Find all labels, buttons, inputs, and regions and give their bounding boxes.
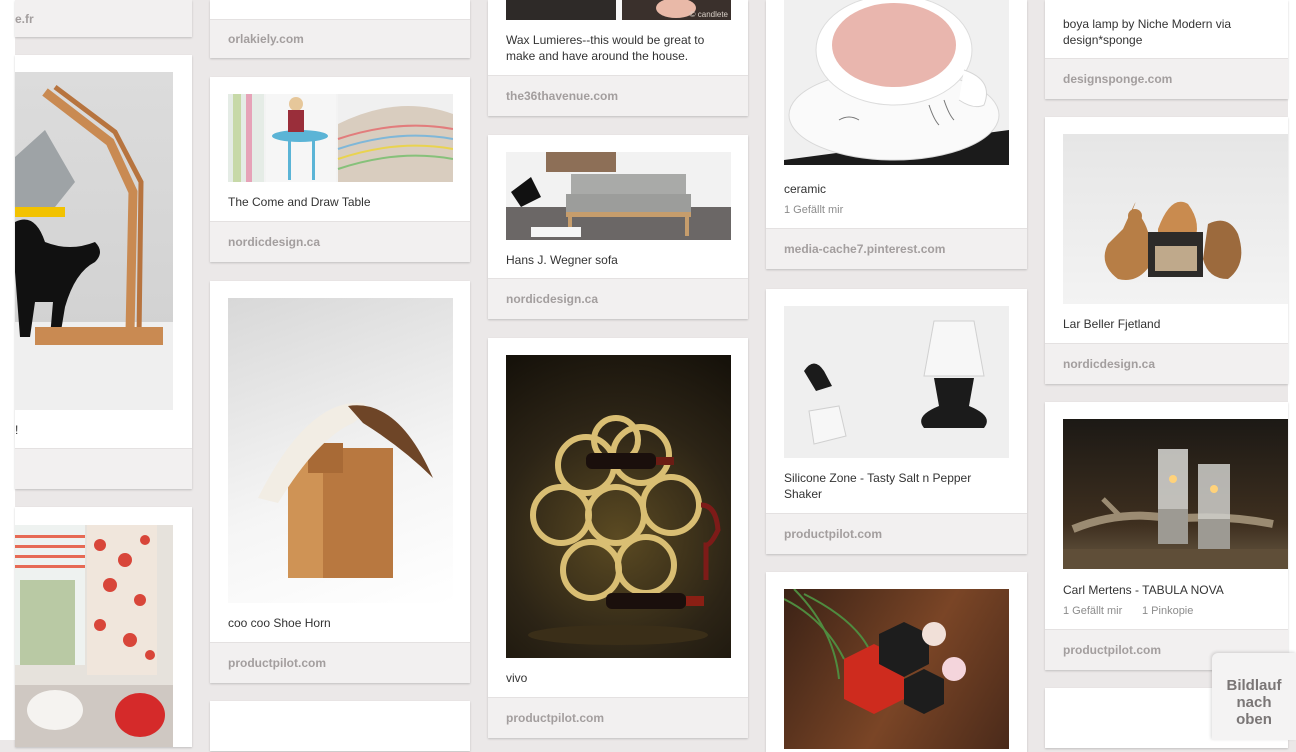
- pin-card[interactable]: boya lamp by Niche Modern via design*spo…: [1045, 0, 1288, 99]
- lamp-with-cat-photo: [15, 85, 173, 410]
- pin-description: Wax Lumieres--this would be great to mak…: [506, 33, 705, 63]
- pin-image[interactable]: [15, 525, 173, 747]
- wooden-birds-photo: [1104, 201, 1242, 280]
- pin-card[interactable]: [210, 701, 470, 751]
- image-watermark: © candlete: [690, 10, 729, 19]
- pin-card[interactable]: !: [15, 55, 192, 489]
- pin-description: The Come and Draw Table: [228, 195, 371, 209]
- pin-description: vivo: [506, 671, 528, 685]
- pin-image[interactable]: [1063, 134, 1288, 304]
- draw-table-photo: [228, 94, 453, 182]
- pin-source-bar: productpilot.com: [210, 642, 470, 683]
- wax-lights-photo: © candlete: [506, 0, 731, 20]
- pin-source-bar: the36thavenue.com: [488, 75, 748, 116]
- scroll-to-top-button[interactable]: Bildlauf nach oben: [1212, 653, 1296, 740]
- pin-description: coo coo Shoe Horn: [228, 616, 331, 630]
- pin-source-bar: designsponge.com: [1045, 58, 1288, 99]
- pin-source-link[interactable]: designsponge.com: [1063, 72, 1172, 86]
- pin-description: Silicone Zone - Tasty Salt n Pepper Shak…: [784, 471, 972, 501]
- pin-source-link[interactable]: nordicdesign.ca: [1063, 357, 1155, 371]
- pin-source-link[interactable]: nordicdesign.ca: [228, 235, 320, 249]
- pin-source-link[interactable]: nordicdesign.ca: [506, 292, 598, 306]
- pin-card[interactable]: coo coo Shoe Horn productpilot.com: [210, 281, 470, 683]
- viewport-left-edge: [0, 0, 15, 740]
- pin-source-link[interactable]: the36thavenue.com: [506, 89, 618, 103]
- pin-source-bar: productpilot.com: [766, 513, 1027, 554]
- pin-description: ceramic: [784, 182, 827, 196]
- curtain-room-photo: [15, 525, 173, 747]
- pin-source-bar: nordicdesign.ca: [210, 221, 470, 262]
- pin-image[interactable]: [784, 306, 1009, 458]
- scroll-to-top-label-2: nach: [1236, 694, 1272, 711]
- pin-image[interactable]: [228, 298, 453, 603]
- pin-source-link[interactable]: orlakiely.com: [228, 32, 304, 46]
- pin-card[interactable]: [15, 507, 192, 747]
- pin-source-link[interactable]: productpilot.com: [506, 711, 604, 725]
- pin-image[interactable]: © candlete: [506, 0, 731, 20]
- pin-image[interactable]: [1063, 419, 1288, 569]
- pin-image[interactable]: [506, 355, 731, 658]
- pin-description: !: [15, 423, 19, 437]
- pin-description: boya lamp by Niche Modern via design*spo…: [1063, 17, 1232, 47]
- pin-source-bar: e.fr: [15, 0, 192, 37]
- pin-card[interactable]: Carl Mertens - TABULA NOVA 1 Gefällt mir…: [1045, 402, 1288, 670]
- pin-repins[interactable]: 1 Pinkopie: [1142, 605, 1193, 617]
- pin-image[interactable]: [784, 0, 1009, 165]
- pin-card[interactable]: Silicone Zone - Tasty Salt n Pepper Shak…: [766, 289, 1027, 554]
- pin-source-bar: media-cache7.pinterest.com: [766, 228, 1027, 269]
- pin-likes[interactable]: 1 Gefällt mir: [1063, 605, 1122, 617]
- scroll-to-top-label-3: oben: [1236, 711, 1272, 728]
- pin-image[interactable]: [784, 589, 1009, 749]
- pin-source-bar: productpilot.com: [488, 697, 748, 738]
- pin-card[interactable]: vivo productpilot.com: [488, 338, 748, 738]
- pin-source-link[interactable]: productpilot.com: [784, 527, 882, 541]
- viewport-right-edge: [1288, 0, 1296, 740]
- pin-card[interactable]: orlakiely.com: [210, 0, 470, 58]
- pin-source-link[interactable]: media-cache7.pinterest.com: [784, 242, 945, 256]
- pin-source-link[interactable]: e.fr: [15, 12, 34, 26]
- pin-image[interactable]: [506, 152, 731, 240]
- pin-source-bar: nordicdesign.ca: [488, 278, 748, 319]
- pin-card[interactable]: ceramic 1 Gefällt mir media-cache7.pinte…: [766, 0, 1027, 269]
- pin-card[interactable]: e.fr: [15, 0, 192, 37]
- pin-likes[interactable]: 1 Gefällt mir: [784, 204, 843, 216]
- pin-description: Hans J. Wegner sofa: [506, 253, 618, 267]
- shoe-horn-bird-photo: [258, 402, 433, 578]
- scroll-to-top-label-1: Bildlauf: [1226, 677, 1282, 694]
- pin-card[interactable]: [766, 572, 1027, 752]
- salt-pepper-shaker-photo: [784, 306, 1009, 458]
- pin-description: Carl Mertens - TABULA NOVA: [1063, 583, 1224, 597]
- pin-source-link[interactable]: productpilot.com: [228, 656, 326, 670]
- ceramic-cup-photo: [784, 0, 1009, 165]
- pin-card[interactable]: Hans J. Wegner sofa nordicdesign.ca: [488, 135, 748, 319]
- hexagon-planters-photo: [784, 589, 966, 714]
- pin-description: Lar Beller Fjetland: [1063, 317, 1161, 331]
- tabula-nova-candles-photo: [1063, 449, 1288, 569]
- pin-source-link[interactable]: productpilot.com: [1063, 643, 1161, 657]
- pin-image[interactable]: [15, 72, 173, 410]
- pin-source-bar: [15, 448, 192, 489]
- pin-card[interactable]: Lar Beller Fjetland nordicdesign.ca: [1045, 117, 1288, 384]
- pin-card[interactable]: © candlete Wax Lumieres--this would be g…: [488, 0, 748, 116]
- pin-source-bar: orlakiely.com: [210, 19, 470, 58]
- pin-source-bar: nordicdesign.ca: [1045, 343, 1288, 384]
- pin-image[interactable]: [228, 94, 453, 182]
- pin-card[interactable]: The Come and Draw Table nordicdesign.ca: [210, 77, 470, 262]
- wegner-sofa-photo: [506, 152, 731, 240]
- vivo-wine-rack-photo: [528, 415, 721, 645]
